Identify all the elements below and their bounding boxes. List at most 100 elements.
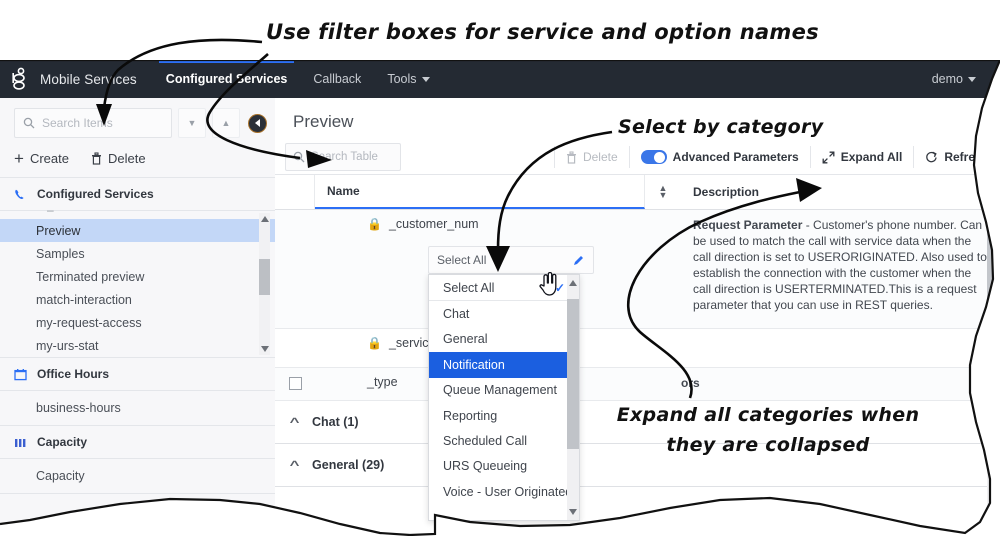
option-label: Queue Management [443, 383, 557, 398]
scroll-down-icon[interactable] [260, 346, 269, 352]
table-search-input[interactable]: Search Table [285, 143, 402, 171]
trash-icon [91, 152, 101, 165]
table-row[interactable]: 🔒 _service [275, 329, 1000, 368]
left-sidebar: Search Items ▼ ▲ + Create Delete Configu… [0, 98, 276, 536]
chevron-up-icon: ▲ [221, 118, 231, 128]
chevron-up-icon[interactable]: ^ [290, 415, 300, 429]
toggle-switch[interactable] [640, 150, 667, 164]
group-title: Office Hours [37, 367, 110, 381]
create-button[interactable]: + Create [14, 150, 69, 167]
collapse-panel-button[interactable] [248, 113, 267, 133]
row-description-text: - Customer's phone number. Can be used t… [693, 218, 987, 312]
scroll-up-icon[interactable] [260, 216, 269, 222]
refresh-icon [926, 151, 937, 162]
category-dropdown-menu[interactable]: Select All ✓ Chat General Notification Q… [428, 274, 580, 521]
table-row[interactable]: 🔒 _customer_num Request Parameter - Cust… [275, 210, 1000, 329]
nav-label: Tools [387, 72, 417, 86]
category-select-trigger[interactable]: Select All [428, 246, 594, 274]
plus-icon: + [14, 149, 24, 168]
dropdown-option-urs-queueing[interactable]: URS Queueing [429, 454, 579, 479]
dropdown-option-notification[interactable]: Notification [429, 352, 579, 378]
row-checkbox[interactable] [288, 377, 302, 390]
advanced-parameters-toggle[interactable]: Advanced Parameters [628, 146, 810, 168]
nav-item-configured-services[interactable]: Configured Services [153, 60, 301, 98]
sort-updown-icon: ▲ ▼ [977, 183, 987, 200]
list-item-label: Preview [36, 223, 81, 238]
row-description-cell [681, 329, 1000, 367]
sidebar-item-capacity[interactable]: Capacity [0, 459, 275, 493]
brand-title: Mobile Services [40, 71, 137, 87]
sidebar-scrollbar[interactable] [259, 213, 270, 355]
scroll-up-icon[interactable] [989, 103, 998, 109]
sort-ascending-button[interactable]: ▲ [212, 108, 240, 138]
group-title: Capacity [37, 435, 88, 449]
refresh-button[interactable]: Refresh [913, 146, 1000, 168]
scrollbar-thumb[interactable] [567, 299, 579, 449]
phone-icon [15, 189, 24, 199]
dropdown-option-reporting[interactable]: Reporting [429, 403, 579, 428]
sort-descending-button[interactable]: ▼ [178, 108, 206, 138]
user-name-label: demo [931, 72, 963, 86]
main-scrollbar[interactable] [987, 98, 1000, 536]
table-search-placeholder: Search Table [311, 151, 378, 163]
description-sort-toggle[interactable]: ▲ ▼ [964, 175, 1000, 209]
column-label: Name [327, 184, 360, 198]
collapse-left-icon [254, 119, 260, 127]
sidebar-group-capacity[interactable]: Capacity [0, 426, 275, 459]
group-title: Configured Services [37, 187, 154, 201]
expand-all-button[interactable]: Expand All [809, 146, 914, 168]
sidebar-group-configured-services[interactable]: Configured Services [0, 178, 275, 211]
column-header-name[interactable]: Name [315, 175, 645, 209]
scroll-up-icon[interactable] [569, 280, 577, 286]
delete-label: Delete [582, 150, 618, 164]
sidebar-item-preview[interactable]: Preview [0, 219, 275, 242]
annotation-select-by-category: Select by category [618, 116, 824, 138]
sidebar-item-business-hours[interactable]: business-hours [0, 391, 275, 425]
column-header-description[interactable]: Description [681, 175, 964, 209]
dropdown-option-chat[interactable]: Chat [429, 301, 579, 326]
dropdown-option-general[interactable]: General [429, 327, 579, 352]
user-menu-demo[interactable]: demo [932, 72, 1000, 86]
scrollbar-thumb[interactable] [987, 120, 1000, 380]
sidebar-item-my-urs-stat[interactable]: my-urs-stat [0, 334, 275, 357]
main-panel: Preview Search Table Delete Advanced Par… [275, 98, 1000, 536]
list-item-label: match-interaction [36, 292, 132, 307]
option-label: Select All [443, 280, 495, 295]
table-delete-button[interactable]: Delete [553, 146, 629, 168]
nav-item-tools[interactable]: Tools [374, 60, 442, 98]
dropdown-scrollbar[interactable] [567, 275, 579, 520]
option-label: Notification [443, 357, 505, 372]
nav-label: Configured Services [165, 72, 288, 86]
option-label: Scheduled Call [443, 434, 528, 449]
search-input[interactable]: Search Items [14, 108, 172, 138]
delete-button[interactable]: Delete [91, 151, 146, 166]
row-checkbox-cell [275, 329, 315, 367]
lock-icon: 🔒 [367, 336, 382, 350]
sidebar-item-match-interaction[interactable]: match-interaction [0, 288, 275, 311]
list-item-label: my-request-access [36, 315, 142, 330]
dropdown-option-voice-user-originated[interactable]: Voice - User Originated [429, 479, 579, 504]
table-toolbar: Search Table Delete Advanced Parameters … [275, 140, 1000, 175]
scroll-down-icon[interactable] [569, 509, 577, 515]
chevron-up-icon[interactable]: ^ [290, 458, 300, 472]
name-sort-toggle[interactable]: ▲ ▼ [645, 175, 681, 209]
row-description-prefix: Request Parameter [693, 218, 803, 232]
table-row[interactable]: _type ors [275, 368, 1000, 401]
sidebar-item-samples[interactable]: Samples [0, 242, 275, 265]
dropdown-option-queue-management[interactable]: Queue Management [429, 378, 579, 403]
list-item-label: Samples [36, 246, 85, 261]
sidebar-item-terminated-preview[interactable]: Terminated preview [0, 265, 275, 288]
sidebar-item-my-request-access[interactable]: my-request-access [0, 311, 275, 334]
select-all-column-header [275, 175, 315, 209]
scrollbar-thumb[interactable] [259, 259, 270, 295]
search-icon [293, 151, 305, 163]
chevron-down-icon [968, 76, 976, 82]
sidebar-group-office-hours[interactable]: Office Hours [0, 358, 275, 391]
annotation-expand-all: Expand all categories when they are coll… [616, 404, 920, 456]
row-checkbox-cell[interactable] [275, 368, 315, 400]
nav-item-callback[interactable]: Callback [300, 60, 374, 98]
pencil-icon[interactable] [572, 254, 585, 267]
list-item-label: my-urs-stat [36, 338, 99, 353]
list-item-partial [0, 203, 275, 219]
dropdown-option-scheduled-call[interactable]: Scheduled Call [429, 428, 579, 453]
